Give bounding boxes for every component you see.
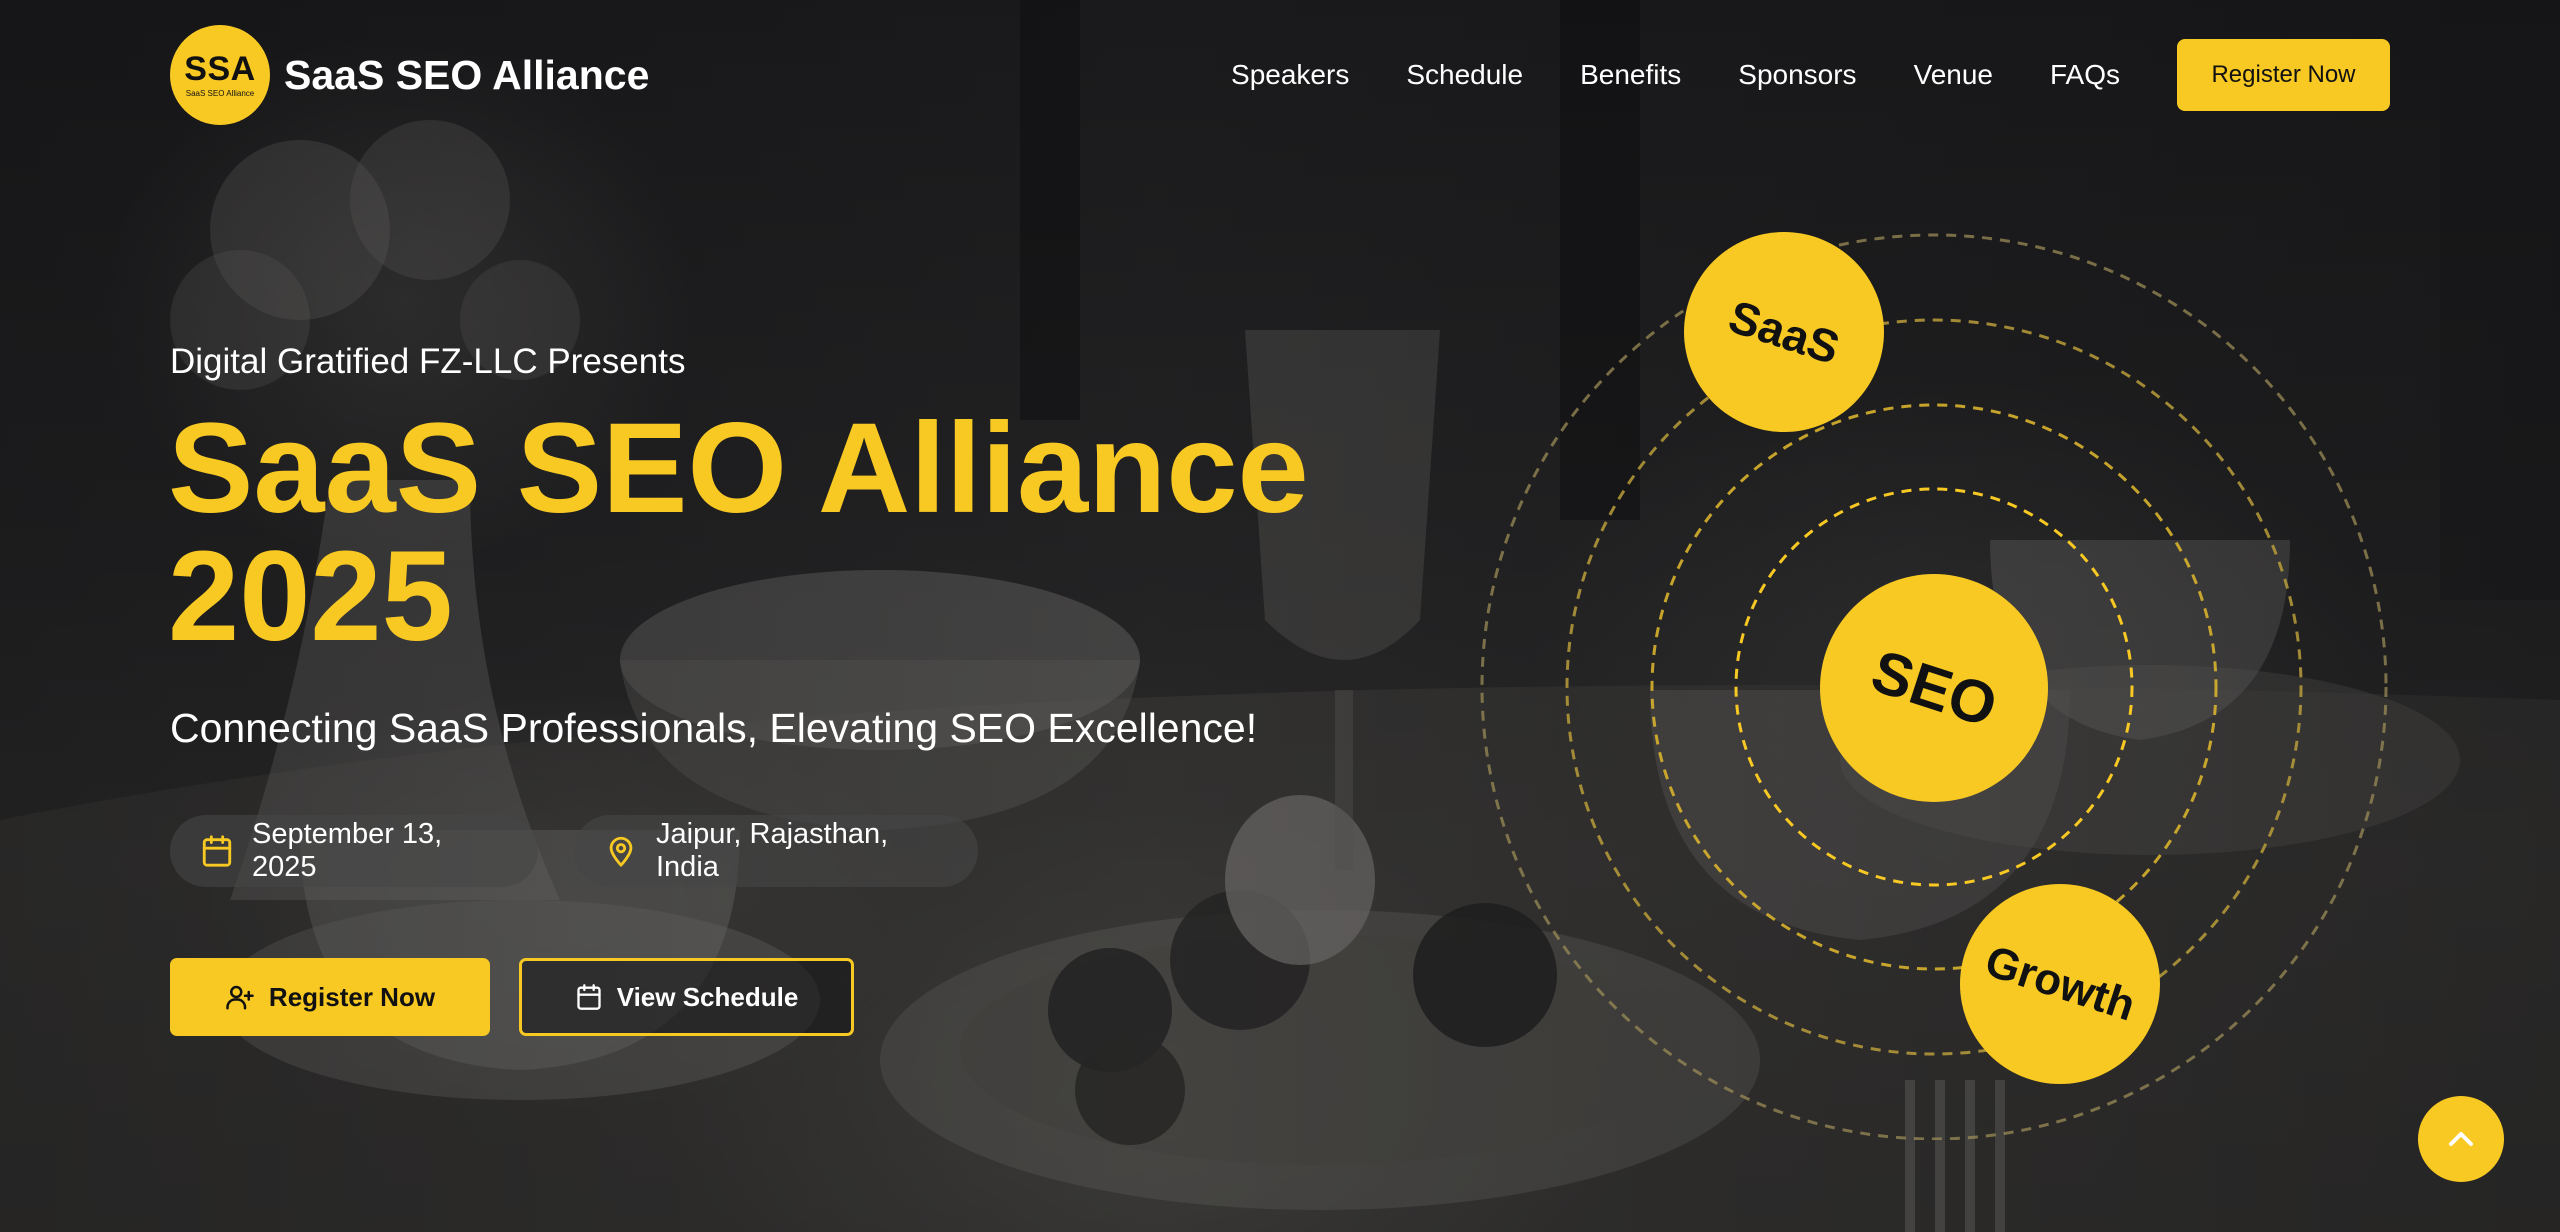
calendar-icon [200, 834, 234, 868]
register-now-button[interactable]: Register Now [170, 958, 490, 1036]
calendar-icon [577, 984, 601, 1010]
orbit-bubble-growth: Growth [1960, 884, 2160, 1084]
orbit-bubble-seo: SEO [1820, 574, 2048, 802]
main-nav: Speakers Schedule Benefits Sponsors Venu… [1231, 39, 2390, 111]
brand[interactable]: SSA SaaS SEO Alliance SaaS SEO Alliance [170, 25, 649, 125]
event-location-badge: Jaipur, Rajasthan, India [574, 815, 978, 887]
hero-title: SaaS SEO Alliance 2025 [168, 405, 1368, 661]
view-schedule-button[interactable]: View Schedule [519, 958, 854, 1036]
register-now-label: Register Now [268, 981, 436, 1012]
nav-link-schedule[interactable]: Schedule [1406, 59, 1523, 91]
presenter-text: Digital Gratified FZ-LLC Presents [170, 342, 686, 381]
event-location: Jaipur, Rajasthan, India [656, 818, 889, 883]
chevron-up-icon [2449, 1132, 2473, 1146]
brand-name[interactable]: SaaS SEO Alliance [284, 52, 649, 99]
event-date-badge: September 13, 2025 [170, 815, 538, 887]
hero-title-line-1: SaaS SEO Alliance [168, 397, 1309, 540]
event-date: September 13, 2025 [252, 818, 443, 883]
scroll-to-top-button[interactable] [2418, 1096, 2504, 1182]
header-register-button[interactable]: Register Now [2177, 39, 2390, 111]
view-schedule-label: View Schedule [616, 981, 799, 1012]
user-plus-icon [226, 985, 254, 1010]
nav-link-benefits[interactable]: Benefits [1580, 59, 1681, 91]
orbit-bubble-saas-label: SaaS [1722, 289, 1846, 375]
nav-link-sponsors[interactable]: Sponsors [1738, 59, 1856, 91]
hero-tagline: Connecting SaaS Professionals, Elevating… [170, 705, 1258, 751]
nav-link-venue[interactable]: Venue [1914, 59, 1993, 91]
orbit-bubble-saas: SaaS [1684, 232, 1884, 432]
orbit-graphic: SaaS SEO Growth [1470, 220, 2390, 1140]
map-pin-icon [604, 834, 638, 868]
nav-link-faqs[interactable]: FAQs [2050, 59, 2120, 91]
site-header: SSA SaaS SEO Alliance SaaS SEO Alliance … [170, 24, 2390, 126]
logo-subtitle: SaaS SEO Alliance [185, 88, 255, 98]
orbit-bubble-growth-label: Growth [1979, 936, 2141, 1031]
orbit-bubble-seo-label: SEO [1863, 636, 2005, 740]
nav-link-speakers[interactable]: Speakers [1231, 59, 1349, 91]
logo[interactable]: SSA SaaS SEO Alliance [170, 25, 270, 125]
logo-abbreviation: SSA [184, 49, 256, 88]
hero-title-line-2: 2025 [168, 525, 453, 668]
